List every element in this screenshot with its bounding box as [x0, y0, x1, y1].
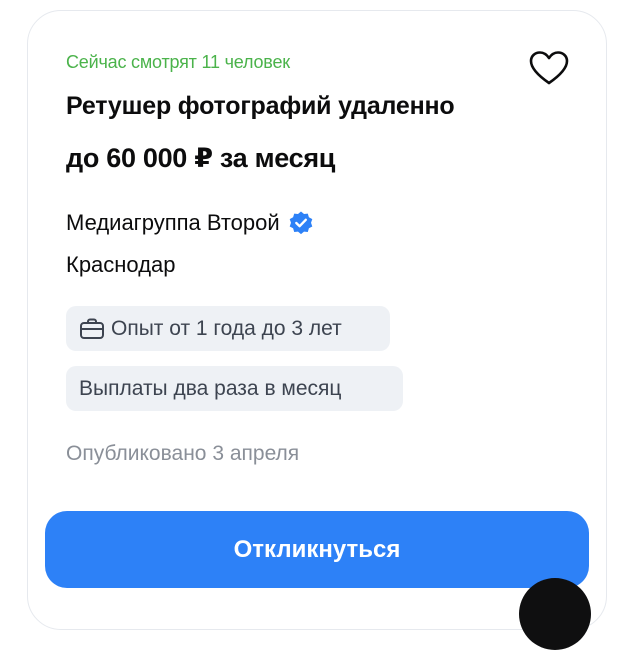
- vacancy-title[interactable]: Ретушер фотографий удаленно: [66, 92, 455, 121]
- payments-chip: Выплаты два раза в месяц: [66, 366, 403, 411]
- respond-button[interactable]: Откликнуться: [45, 511, 589, 588]
- verified-check-icon: [289, 211, 312, 235]
- company-name[interactable]: Медиагруппа Второй: [66, 210, 280, 236]
- published-date: Опубликовано 3 апреля: [66, 442, 300, 465]
- company-row[interactable]: Медиагруппа Второй: [66, 210, 314, 236]
- salary-label: до 60 000 ₽ за месяц: [66, 143, 336, 173]
- heart-icon[interactable]: [528, 50, 570, 86]
- city-label: Краснодар: [66, 252, 176, 277]
- respond-button-label: Откликнуться: [233, 535, 401, 563]
- briefcase-icon: [80, 318, 104, 339]
- experience-chip: Опыт от 1 года до 3 лет: [66, 306, 390, 351]
- viewers-count-label: Сейчас смотрят 11 человек: [66, 52, 290, 72]
- experience-text: Опыт от 1 года до 3 лет: [111, 316, 342, 340]
- payments-text: Выплаты два раза в месяц: [79, 376, 342, 400]
- floating-action-button[interactable]: [519, 578, 591, 650]
